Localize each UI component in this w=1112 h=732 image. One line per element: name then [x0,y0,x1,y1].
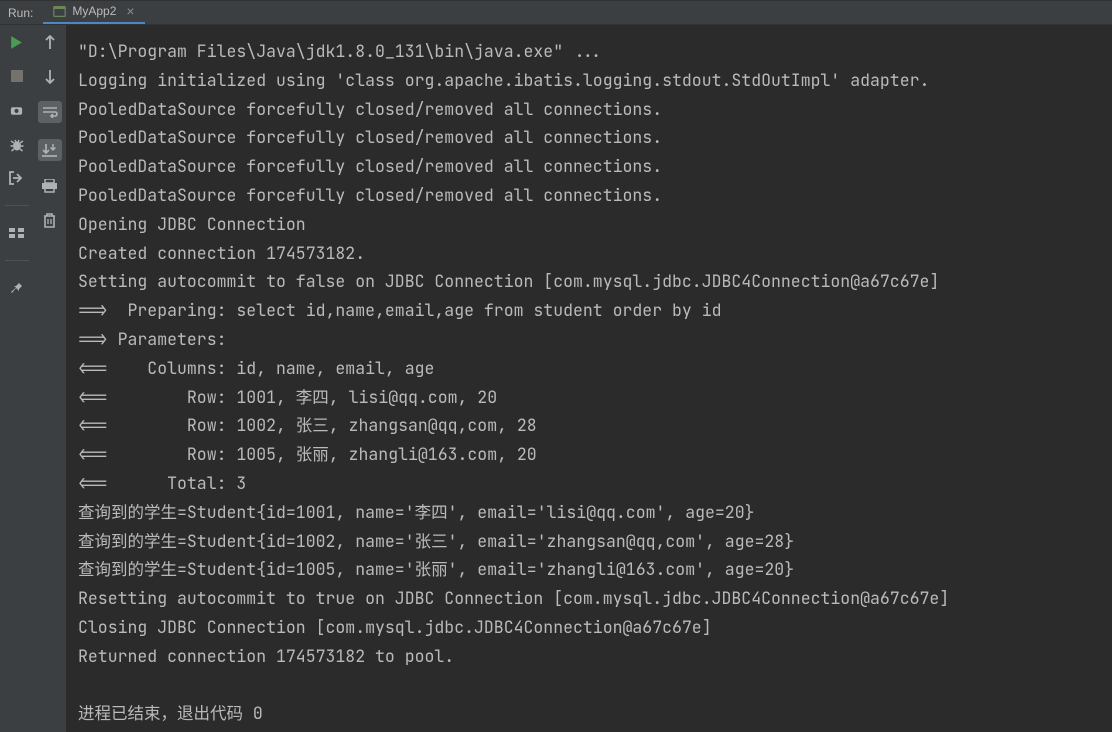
console-line: PooledDataSource forcefully closed/remov… [70,123,1112,152]
exit-icon[interactable] [7,169,27,187]
run-header: Run: MyApp2 × [0,0,1112,24]
console-line: <== Total: 3 [70,469,1112,498]
console-line: PooledDataSource forcefully closed/remov… [70,181,1112,210]
console-line: 查询到的学生=Student{id=1001, name='李四', email… [70,498,1112,527]
print-button[interactable] [40,177,60,195]
console-line: ==> Preparing: select id,name,email,age … [70,296,1112,325]
console-line: 进程已结束，退出代码 0 [70,699,1112,728]
app-icon [53,5,66,18]
run-tab[interactable]: MyApp2 × [43,1,144,25]
console-line: <== Columns: id, name, email, age [70,354,1112,383]
gutter-divider-2 [5,260,29,261]
console-line: Resetting autocommit to true on JDBC Con… [70,584,1112,613]
console-line: Returned connection 174573182 to pool. [70,642,1112,671]
console-line: PooledDataSource forcefully closed/remov… [70,152,1112,181]
dump-threads-button[interactable] [7,101,27,119]
console-line: PooledDataSource forcefully closed/remov… [70,95,1112,124]
pin-icon[interactable] [7,279,27,297]
console-line: <== Row: 1005, 张丽, zhangli@163.com, 20 [70,440,1112,469]
console-line: 查询到的学生=Student{id=1002, name='张三', email… [70,527,1112,556]
console-line: Created connection 174573182. [70,239,1112,268]
run-label: Run: [0,6,43,20]
console-line [70,671,1112,700]
layout-icon[interactable] [7,224,27,242]
console-line: <== Row: 1001, 李四, lisi@qq.com, 20 [70,383,1112,412]
toolbar-column [33,24,66,732]
main-area: "D:\Program Files\Java\jdk1.8.0_131\bin\… [0,24,1112,732]
console-line: Opening JDBC Connection [70,210,1112,239]
stop-button[interactable] [7,67,27,85]
console-line: <== Row: 1002, 张三, zhangsan@qq,com, 28 [70,411,1112,440]
console-line: Setting autocommit to false on JDBC Conn… [70,267,1112,296]
gutter-divider [5,205,29,206]
rerun-button[interactable] [7,33,27,51]
console-line: Closing JDBC Connection [com.mysql.jdbc.… [70,613,1112,642]
console-line: "D:\Program Files\Java\jdk1.8.0_131\bin\… [70,37,1112,66]
console-line: Logging initialized using 'class org.apa… [70,66,1112,95]
up-arrow-button[interactable] [40,33,60,51]
close-tab-icon[interactable]: × [126,3,134,19]
down-arrow-button[interactable] [40,67,60,85]
console-output[interactable]: "D:\Program Files\Java\jdk1.8.0_131\bin\… [66,24,1112,732]
console-line: 查询到的学生=Student{id=1005, name='张丽', email… [70,555,1112,584]
console-line: ==> Parameters: [70,325,1112,354]
debug-icon[interactable] [7,135,27,153]
soft-wrap-button[interactable] [38,101,62,123]
left-gutter [0,24,33,732]
clear-all-button[interactable] [40,211,60,229]
scroll-to-end-button[interactable] [38,139,62,161]
tab-name: MyApp2 [72,4,116,18]
